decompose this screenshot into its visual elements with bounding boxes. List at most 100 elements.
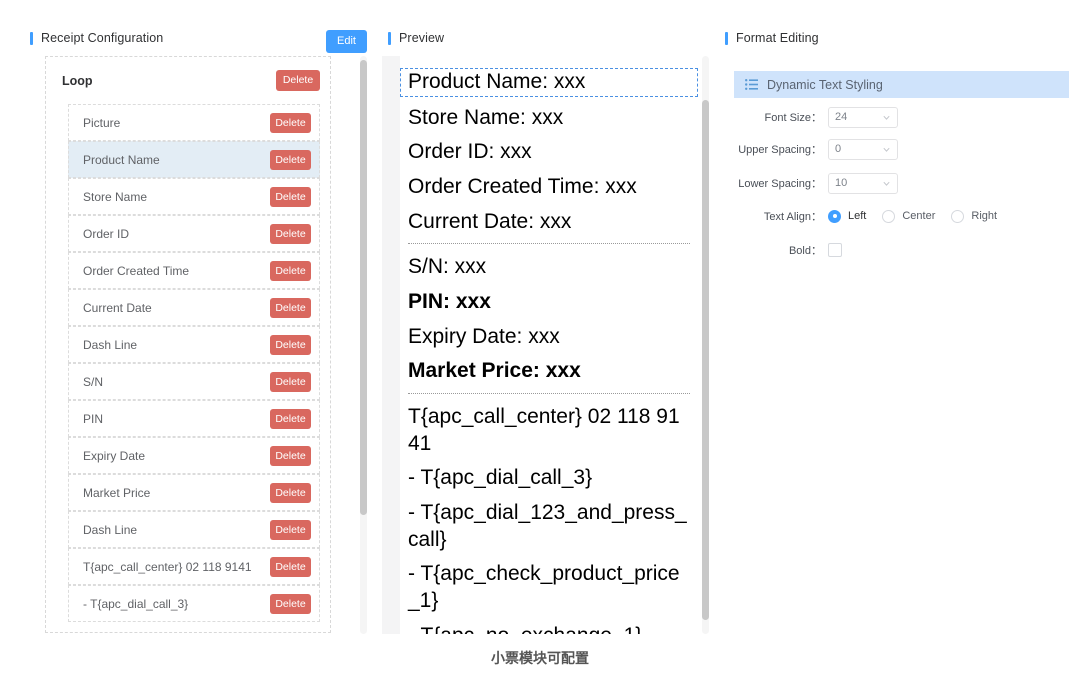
module-row[interactable]: PINDelete <box>68 400 320 437</box>
delete-module-button[interactable]: Delete <box>270 446 311 466</box>
receipt-line[interactable]: Current Date: xxx <box>400 209 698 236</box>
title-accent-bar <box>725 32 728 45</box>
module-row[interactable]: Dash LineDelete <box>68 511 320 548</box>
chevron-down-icon <box>882 113 891 122</box>
module-row[interactable]: Order Created TimeDelete <box>68 252 320 289</box>
delete-module-button[interactable]: Delete <box>270 409 311 429</box>
radio-mark <box>882 210 895 223</box>
text-align-row: Text Align： Left Center Right <box>734 205 1013 227</box>
lower-spacing-value: 10 <box>835 177 882 189</box>
title-accent-bar <box>388 32 391 45</box>
delete-module-button[interactable]: Delete <box>270 150 311 170</box>
module-row-label: Expiry Date <box>83 449 270 463</box>
page-caption: 小票模块可配置 <box>0 648 1080 668</box>
receipt-line[interactable]: Product Name: xxx <box>400 68 698 97</box>
receipt-line[interactable]: Market Price: xxx <box>400 358 698 385</box>
delete-loop-button[interactable]: Delete <box>276 70 320 91</box>
receipt-line[interactable]: Order ID: xxx <box>400 139 698 166</box>
chevron-down-icon <box>882 145 891 154</box>
radio-label: Center <box>902 210 935 222</box>
text-align-label: Text Align： <box>734 208 822 224</box>
module-row-label: T{apc_call_center} 02 118 9141 <box>83 560 270 574</box>
dynamic-text-styling-label: Dynamic Text Styling <box>767 78 883 92</box>
module-row-label: Dash Line <box>83 523 270 537</box>
module-row[interactable]: T{apc_call_center} 02 118 9141Delete <box>68 548 320 585</box>
preview-scrollbar-thumb[interactable] <box>702 100 709 620</box>
bold-row: Bold： <box>734 239 842 261</box>
module-row[interactable]: S/NDelete <box>68 363 320 400</box>
receipt-line[interactable]: S/N: xxx <box>400 254 698 281</box>
receipt-dash-line[interactable] <box>408 243 690 244</box>
receipt-paper: Product Name: xxx Store Name: xxx Order ID… <box>400 56 698 634</box>
delete-module-button[interactable]: Delete <box>270 372 311 392</box>
module-row-label: Order Created Time <box>83 264 270 278</box>
receipt-line[interactable]: - T{apc_check_product_price_1} <box>400 561 698 614</box>
module-row[interactable]: Current DateDelete <box>68 289 320 326</box>
format-editing-title-label: Format Editing <box>736 31 819 45</box>
module-list: PictureDeleteProduct NameDeleteStore Nam… <box>46 104 330 632</box>
receipt-line[interactable]: Store Name: xxx <box>400 105 698 132</box>
module-row[interactable]: Store NameDelete <box>68 178 320 215</box>
module-row-label: Market Price <box>83 486 270 500</box>
module-row[interactable]: - T{apc_dial_call_3}Delete <box>68 585 320 622</box>
lower-spacing-select[interactable]: 10 <box>828 173 898 194</box>
module-row[interactable]: Expiry DateDelete <box>68 437 320 474</box>
module-row-label: - T{apc_dial_call_3} <box>83 597 270 611</box>
list-icon <box>745 79 758 90</box>
receipt-line[interactable]: - T{apc_dial_call_3} <box>400 465 698 492</box>
receipt-configuration-title: Receipt Configuration <box>30 31 163 45</box>
font-size-label: Font Size： <box>734 109 822 125</box>
lower-spacing-label: Lower Spacing： <box>734 175 822 191</box>
text-align-radio-center[interactable]: Center <box>882 210 935 223</box>
delete-module-button[interactable]: Delete <box>270 483 311 503</box>
format-editing-title: Format Editing <box>725 31 819 45</box>
delete-module-button[interactable]: Delete <box>270 113 311 133</box>
receipt-line[interactable]: - T{apc_no_exchange_1} <box>400 623 698 635</box>
font-size-select[interactable]: 24 <box>828 107 898 128</box>
delete-module-button[interactable]: Delete <box>270 557 311 577</box>
receipt-configuration-panel: Receipt Configuration Edit Loop Delete P… <box>0 0 372 679</box>
module-row-label: Product Name <box>83 153 270 167</box>
delete-module-button[interactable]: Delete <box>270 335 311 355</box>
delete-module-button[interactable]: Delete <box>270 520 311 540</box>
module-row[interactable]: Product NameDelete <box>68 141 320 178</box>
bold-checkbox[interactable] <box>828 243 842 257</box>
receipt-dash-line[interactable] <box>408 393 690 394</box>
format-editing-panel: Format Editing Dynamic Text Styling Font… <box>717 0 1080 679</box>
text-align-radio-group: Left Center Right <box>828 210 1013 223</box>
module-row-label: PIN <box>83 412 270 426</box>
delete-module-button[interactable]: Delete <box>270 187 311 207</box>
module-row-label: Current Date <box>83 301 270 315</box>
radio-label: Right <box>971 210 997 222</box>
upper-spacing-label: Upper Spacing： <box>734 141 822 157</box>
delete-module-button[interactable]: Delete <box>270 594 311 614</box>
delete-module-button[interactable]: Delete <box>270 224 311 244</box>
edit-button[interactable]: Edit <box>326 30 367 53</box>
font-size-row: Font Size： 24 <box>734 106 898 128</box>
receipt-line[interactable]: PIN: xxx <box>400 289 698 316</box>
font-size-value: 24 <box>835 111 882 123</box>
module-row[interactable]: Order IDDelete <box>68 215 320 252</box>
receipt-line[interactable]: Expiry Date: xxx <box>400 324 698 351</box>
bold-label: Bold： <box>734 242 822 258</box>
module-list-scroll-area: Loop Delete PictureDeleteProduct NameDel… <box>45 56 357 634</box>
config-scrollbar-thumb[interactable] <box>360 60 367 515</box>
module-row-label: Dash Line <box>83 338 270 352</box>
receipt-line[interactable]: - T{apc_dial_123_and_press_call} <box>400 500 698 553</box>
delete-module-button[interactable]: Delete <box>270 298 311 318</box>
radio-label: Left <box>848 210 866 222</box>
receipt-line[interactable]: Order Created Time: xxx <box>400 174 698 201</box>
text-align-radio-left[interactable]: Left <box>828 210 866 223</box>
upper-spacing-value: 0 <box>835 143 882 155</box>
module-row[interactable]: Market PriceDelete <box>68 474 320 511</box>
text-align-radio-right[interactable]: Right <box>951 210 997 223</box>
upper-spacing-select[interactable]: 0 <box>828 139 898 160</box>
loop-header-row[interactable]: Loop Delete <box>46 57 330 104</box>
module-row[interactable]: Dash LineDelete <box>68 326 320 363</box>
preview-viewport: Product Name: xxx Store Name: xxx Order ID… <box>382 56 698 634</box>
module-row[interactable]: PictureDelete <box>68 104 320 141</box>
receipt-line[interactable]: T{apc_call_center} 02 118 9141 <box>400 404 698 457</box>
chevron-down-icon <box>882 179 891 188</box>
module-row-label: Store Name <box>83 190 270 204</box>
delete-module-button[interactable]: Delete <box>270 261 311 281</box>
